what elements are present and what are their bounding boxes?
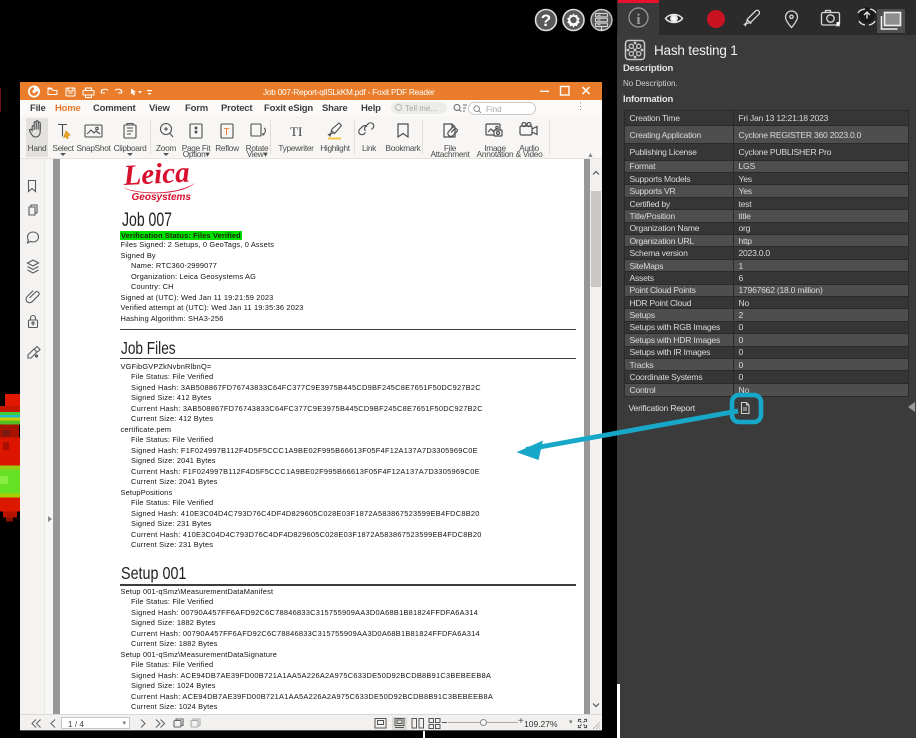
- svg-text:Geosystems: Geosystems: [132, 192, 192, 203]
- svg-text:?: ?: [541, 11, 551, 30]
- svg-text:i: i: [636, 12, 640, 28]
- svg-text:Leica: Leica: [122, 161, 191, 192]
- svg-text:T: T: [224, 127, 230, 138]
- svg-text:TI: TI: [290, 124, 302, 139]
